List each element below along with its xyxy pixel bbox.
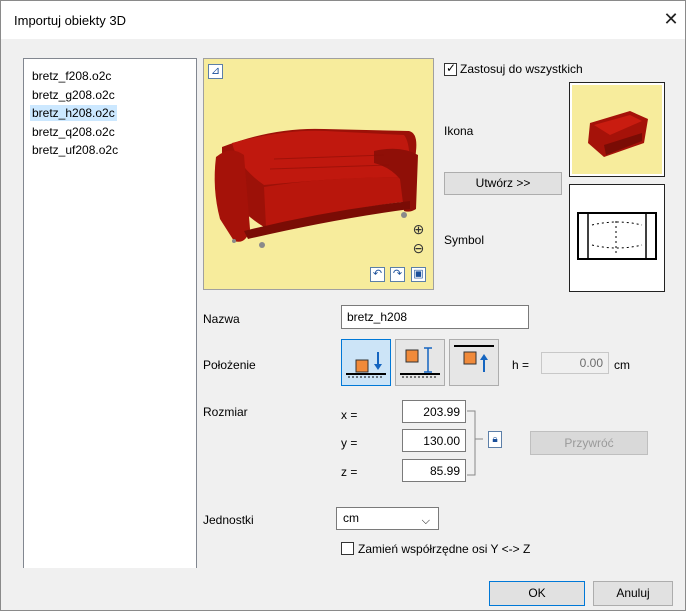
position-label: Położenie [203,358,256,372]
swap-axes-checkbox[interactable] [341,542,354,555]
units-label: Jednostki [203,513,254,527]
size-y-label: y = [341,436,358,450]
height-unit: cm [614,358,630,372]
reset-view-icon[interactable]: ⊿ [208,64,223,79]
checkmark-icon: ✓ [446,61,457,75]
rotate-left-icon[interactable]: ↶ [370,267,385,282]
size-label: Rozmiar [203,405,248,419]
symbol-thumbnail [569,184,665,292]
rotate-right-icon[interactable]: ↷ [390,267,405,282]
create-button[interactable]: Utwórz >> [444,172,562,195]
file-list-item[interactable]: bretz_q208.o2c [30,124,117,140]
name-label: Nazwa [203,312,240,326]
file-list-item[interactable]: bretz_g208.o2c [30,87,117,103]
size-z-label: z = [341,465,358,479]
zoom-out-icon[interactable]: ⊖ [411,241,426,257]
units-selected-value: cm [343,511,359,525]
height-label: h = [512,358,530,372]
apply-all-checkbox[interactable]: ✓ [444,61,457,76]
model-preview[interactable]: ⊿ ⊕ ⊖ ↶ ↷ ▣ [203,58,434,290]
height-input[interactable] [541,352,609,374]
position-height-button[interactable] [395,339,445,386]
icon-label: Ikona [444,124,474,138]
position-ceiling-button[interactable] [449,339,499,386]
symbol-label: Symbol [444,233,485,247]
dialog-title: Importuj obiekty 3D [14,13,126,28]
import-3d-dialog: Importuj obiekty 3D ✕ bretz_f208.o2c bre… [0,0,686,611]
units-select[interactable]: cm ⌵ [336,507,439,530]
apply-all-label: Zastosuj do wszystkich [460,62,583,76]
file-list[interactable]: bretz_f208.o2c bretz_g208.o2c bretz_h208… [23,58,197,587]
cancel-button[interactable]: Anuluj [593,581,673,606]
file-list-item[interactable]: bretz_f208.o2c [30,68,113,84]
footer-bar: OK Anuluj [1,568,685,610]
ok-button[interactable]: OK [489,581,585,606]
size-link-bracket [467,410,483,476]
title-bar: Importuj obiekty 3D ✕ [1,1,685,39]
size-z-input[interactable] [402,459,466,482]
restore-button[interactable]: Przywróć [530,431,648,455]
file-list-item[interactable]: bretz_uf208.o2c [30,142,120,158]
zoom-in-icon[interactable]: ⊕ [411,222,426,238]
chevron-down-icon: ⌵ [421,515,430,527]
file-list-item-selected[interactable]: bretz_h208.o2c [30,105,117,121]
fit-view-icon[interactable]: ▣ [411,267,426,282]
size-x-label: x = [341,408,358,422]
name-input[interactable] [341,305,529,329]
lock-proportions-icon[interactable]: 🔒︎ [488,431,502,448]
size-x-input[interactable] [402,400,466,423]
sofa-model-render [214,128,418,248]
icon-thumbnail [569,82,665,177]
size-y-input[interactable] [402,429,466,452]
swap-axes-label: Zamień współrzędne osi Y <-> Z [358,542,531,556]
position-floor-button[interactable] [341,339,391,386]
close-icon[interactable]: ✕ [661,9,681,30]
